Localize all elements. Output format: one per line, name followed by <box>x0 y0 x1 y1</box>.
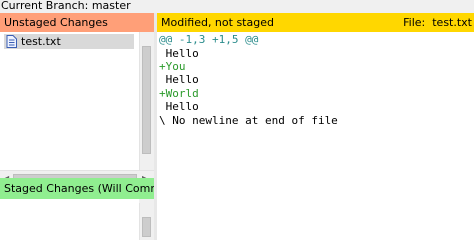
file-name: test.txt <box>432 16 472 29</box>
file-name: test.txt <box>21 35 61 48</box>
list-item[interactable]: test.txt <box>4 34 134 49</box>
staged-changes-header: Staged Changes (Will Commit) <box>0 178 173 199</box>
diff-no-newline-line: \ No newline at end of file <box>159 114 338 127</box>
file-label: File: <box>403 16 426 29</box>
diff-panel: Modified, not staged File: test.txt @@ -… <box>157 13 474 240</box>
unstaged-file-list[interactable]: test.txt <box>0 32 140 170</box>
scrollbar-thumb[interactable] <box>142 46 151 154</box>
current-branch-label: Current Branch: master <box>0 0 474 13</box>
unstaged-vertical-scrollbar[interactable] <box>139 32 154 170</box>
diff-added-line: +World <box>159 87 199 100</box>
diff-hunk-header: @@ -1,3 +1,5 @@ <box>159 33 259 46</box>
staged-file-list[interactable] <box>0 199 139 240</box>
diff-viewer[interactable]: @@ -1,3 +1,5 @@ Hello +You Hello +World … <box>157 32 474 240</box>
scrollbar-thumb[interactable] <box>142 217 151 237</box>
diff-status: Modified, not staged <box>161 16 274 29</box>
diff-context-line: Hello <box>159 47 199 60</box>
diff-added-line: +You <box>159 60 186 73</box>
staged-vertical-scrollbar[interactable] <box>139 203 154 240</box>
diff-context-line: Hello <box>159 100 199 113</box>
text-file-icon <box>6 35 17 48</box>
diff-context-line: Hello <box>159 73 199 86</box>
unstaged-changes-header: Unstaged Changes <box>0 13 154 32</box>
diff-header: Modified, not staged File: test.txt <box>157 13 474 32</box>
changes-panel: Unstaged Changes test.txt ◀ ▶ Staged Cha… <box>0 13 173 240</box>
diff-file: File: test.txt <box>403 13 472 32</box>
